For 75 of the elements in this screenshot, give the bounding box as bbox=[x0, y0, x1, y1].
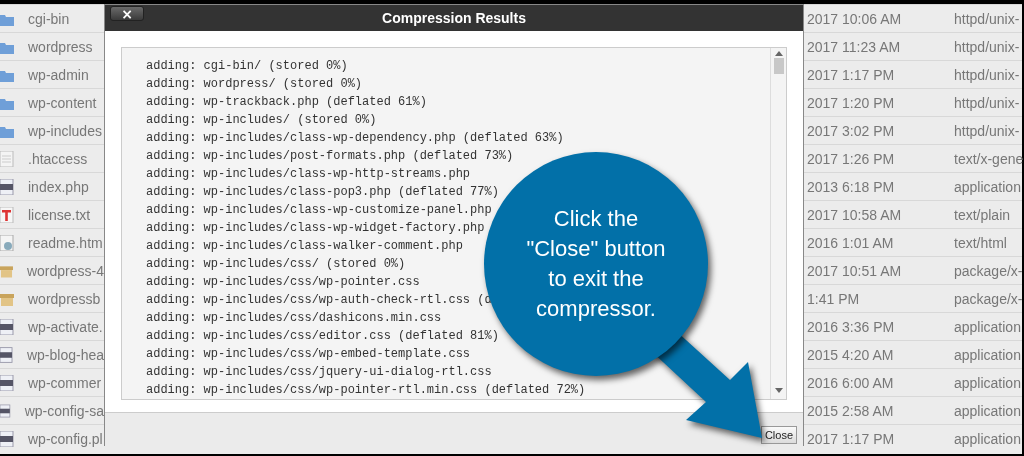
file-name[interactable]: wp-content bbox=[28, 94, 97, 111]
mime-type: httpd/unix- bbox=[954, 122, 1021, 139]
modified-date: 1:41 PM bbox=[806, 290, 861, 307]
package-icon bbox=[0, 263, 13, 278]
modified-date: 2013 6:18 PM bbox=[806, 178, 896, 195]
log-line: adding: cgi-bin/ (stored 0%) bbox=[146, 58, 348, 75]
modified-date: 2016 6:00 AM bbox=[806, 374, 895, 391]
mime-type: package/x- bbox=[954, 262, 1023, 279]
log-line: adding: wp-includes/post-formats.php (deflated 73%) bbox=[146, 148, 514, 165]
callout-text: Click the "Close" button to exit the compressor. bbox=[525, 205, 667, 323]
file-name[interactable]: wp-commer bbox=[28, 374, 102, 391]
modified-date: 2016 1:01 AM bbox=[806, 234, 895, 251]
file-name[interactable]: wordpress bbox=[28, 38, 93, 55]
log-line: adding: wordpress/ (stored 0%) bbox=[146, 76, 363, 93]
mime-type: httpd/unix- bbox=[954, 10, 1021, 27]
file-name[interactable]: readme.htm bbox=[28, 234, 103, 251]
log-line: adding: wp-includes/css/jquery-ui-dialog-rtl.css bbox=[146, 364, 492, 381]
file-name[interactable]: .htaccess bbox=[28, 150, 88, 167]
mime-type: application bbox=[954, 318, 1022, 335]
file-name[interactable]: license.txt bbox=[28, 206, 91, 223]
modified-date: 2017 1:17 PM bbox=[806, 430, 896, 447]
log-line: adding: wp-includes/css/wp-pointer.css bbox=[146, 274, 420, 291]
log-line: adding: wp-includes/class-walker-comment.php bbox=[146, 238, 463, 255]
mime-type: text/plain bbox=[954, 206, 1012, 223]
log-line: adding: wp-includes/class-pop3.php (deflated 77%) bbox=[146, 184, 499, 201]
file-name[interactable]: wp-config-sa bbox=[24, 402, 104, 419]
log-line: adding: wp-includes/class-wp-widget-factory.php bbox=[146, 220, 485, 237]
log-line: adding: wp-includes/css/editor.css (deflated 81%) bbox=[146, 328, 499, 345]
log-line: adding: wp-includes/class-wp-dependency.php (deflated 63%) bbox=[146, 130, 564, 147]
file-name[interactable]: wp-blog-hea bbox=[26, 346, 104, 363]
modified-date: 2015 2:58 AM bbox=[806, 402, 895, 419]
mime-type: httpd/unix- bbox=[954, 66, 1021, 83]
file-name[interactable]: wp-includes bbox=[28, 122, 102, 139]
mime-type: package/x- bbox=[954, 290, 1023, 307]
modified-date: 2017 11:23 AM bbox=[806, 38, 902, 55]
mime-type: application bbox=[954, 402, 1022, 419]
log-line: adding: wp-includes/class-wp-http-streams.php bbox=[146, 166, 471, 183]
file-name[interactable]: wordpress-4 bbox=[26, 262, 104, 279]
modified-date: 2017 10:06 AM bbox=[806, 10, 903, 27]
mime-type: httpd/unix- bbox=[954, 38, 1021, 55]
file-name[interactable]: wordpressb bbox=[28, 290, 101, 307]
mime-type: application bbox=[954, 346, 1022, 363]
modified-date: 2017 1:20 PM bbox=[806, 94, 896, 111]
log-line: adding: wp-trackback.php (deflated 61%) bbox=[146, 94, 427, 111]
file-name[interactable]: index.php bbox=[28, 178, 89, 195]
mime-type: httpd/unix- bbox=[954, 94, 1021, 111]
mime-type: application bbox=[954, 178, 1022, 195]
scroll-thumb[interactable] bbox=[773, 58, 784, 74]
file-name[interactable]: wp-config.pl bbox=[28, 430, 103, 447]
modified-date: 2017 1:17 PM bbox=[806, 66, 896, 83]
scroll-down-icon[interactable] bbox=[774, 388, 783, 393]
file-name[interactable]: wp-activate. bbox=[28, 318, 103, 335]
log-line: adding: wp-includes/css/dashicons.min.css bbox=[146, 310, 442, 327]
modified-date: 2017 10:58 AM bbox=[806, 206, 903, 223]
file-name[interactable]: cgi-bin bbox=[28, 10, 70, 27]
modified-date: 2017 3:02 PM bbox=[806, 122, 896, 139]
log-line: adding: wp-includes/ (stored 0%) bbox=[146, 112, 377, 129]
package-icon bbox=[0, 291, 14, 306]
modified-date: 2016 3:36 PM bbox=[806, 318, 896, 335]
close-button[interactable]: Close bbox=[760, 425, 797, 444]
scroll-up-icon[interactable] bbox=[774, 51, 783, 56]
modified-date: 2017 10:51 AM bbox=[806, 262, 903, 279]
log-line: adding: wp-includes/css/wp-pointer-rtl.min.css (deflated 72%) bbox=[146, 382, 586, 399]
modified-date: 2017 1:26 PM bbox=[806, 150, 896, 167]
file-name[interactable]: wp-admin bbox=[28, 66, 89, 83]
scrollbar[interactable] bbox=[770, 48, 786, 399]
mime-type: application bbox=[954, 374, 1022, 391]
modified-date: 2015 4:20 AM bbox=[806, 346, 895, 363]
log-line: adding: wp-includes/css/ (stored 0%) bbox=[146, 256, 406, 273]
log-line: adding: wp-includes/css/wp-embed-template.css bbox=[146, 346, 471, 363]
dialog-title: Compression Results bbox=[382, 10, 526, 26]
close-button[interactable]: × bbox=[110, 6, 144, 21]
log-line: adding: wp-includes/class-wp-customize-panel.php bbox=[146, 202, 492, 219]
mime-type: application bbox=[954, 430, 1022, 447]
mime-type: text/html bbox=[954, 234, 1008, 251]
